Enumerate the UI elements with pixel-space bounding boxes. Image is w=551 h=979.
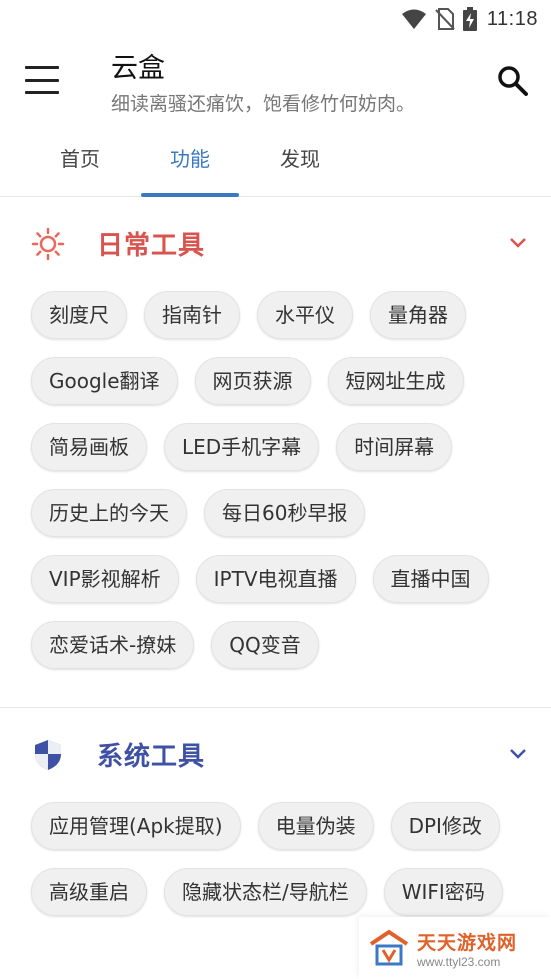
no-sim-icon — [435, 8, 455, 30]
chip-app-manager[interactable]: 应用管理(Apk提取) — [31, 802, 241, 850]
tab-functions[interactable]: 功能 — [135, 128, 245, 197]
watermark-url: www.ttyl23.com — [417, 954, 501, 969]
chip-daily-news[interactable]: 每日60秒早报 — [204, 489, 366, 537]
app-bar: 云盒 细读离骚还痛饮，饱看修竹何妨肉。 — [0, 38, 551, 128]
chip-qq-voice[interactable]: QQ变音 — [211, 621, 319, 669]
app-subtitle: 细读离骚还痛饮，饱看修竹何妨肉。 — [111, 93, 416, 115]
watermark-main: 天天游戏网 — [417, 931, 518, 954]
app-title: 云盒 — [111, 53, 165, 84]
chip-level[interactable]: 水平仪 — [257, 291, 353, 339]
shield-icon — [31, 738, 65, 772]
watermark-logo-icon — [367, 926, 411, 970]
chip-drawing-board[interactable]: 简易画板 — [31, 423, 147, 471]
chip-google-translate[interactable]: Google翻译 — [31, 357, 178, 405]
status-time: 11:18 — [486, 7, 538, 30]
chip-compass[interactable]: 指南针 — [144, 291, 240, 339]
hamburger-menu-icon[interactable] — [25, 66, 59, 94]
status-bar: 11:18 — [0, 0, 551, 38]
chip-battery-fake[interactable]: 电量伪装 — [257, 802, 374, 850]
chip-led-subtitle[interactable]: LED手机字幕 — [164, 423, 320, 471]
chip-web-source[interactable]: 网页获源 — [194, 357, 311, 405]
chip-hide-bars[interactable]: 隐藏状态栏/导航栏 — [164, 868, 367, 916]
watermark: 天天游戏网 www.ttyl23.com — [359, 917, 551, 979]
chip-live-china[interactable]: 直播中国 — [372, 555, 489, 603]
chip-protractor[interactable]: 量角器 — [370, 291, 466, 339]
chip-list-daily-tools: 刻度尺 指南针 水平仪 量角器 Google翻译 网页获源 短网址生成 简易画板… — [0, 291, 551, 687]
search-icon[interactable] — [495, 63, 531, 99]
chip-vip-video[interactable]: VIP影视解析 — [31, 555, 179, 603]
watermark-text: 天天游戏网 www.ttyl23.com — [417, 928, 517, 969]
chip-history-today[interactable]: 历史上的今天 — [31, 489, 187, 537]
battery-charging-icon — [462, 7, 477, 31]
section-header-system-tools[interactable]: 系统工具 — [0, 708, 551, 802]
chip-advanced-reboot[interactable]: 高级重启 — [31, 868, 147, 916]
tab-bar: 首页 功能 发现 — [0, 128, 551, 197]
chip-time-screen[interactable]: 时间屏幕 — [336, 423, 453, 471]
section-title-daily-tools: 日常工具 — [97, 231, 206, 261]
chip-love-talk[interactable]: 恋爱话术-撩妹 — [31, 621, 195, 669]
chevron-down-icon[interactable] — [509, 746, 527, 760]
sun-icon — [31, 227, 65, 261]
chip-dpi[interactable]: DPI修改 — [390, 802, 500, 850]
chip-wifi-password[interactable]: WIFI密码 — [383, 868, 503, 916]
section-daily-tools: 日常工具 刻度尺 指南针 水平仪 量角器 Google翻译 网页获源 短网址生成… — [0, 197, 551, 708]
chip-iptv[interactable]: IPTV电视直播 — [195, 555, 356, 603]
tab-discover[interactable]: 发现 — [245, 128, 355, 196]
chip-list-system-tools: 应用管理(Apk提取) 电量伪装 DPI修改 高级重启 隐藏状态栏/导航栏 WI… — [0, 802, 551, 934]
wifi-icon — [401, 8, 427, 30]
tab-home[interactable]: 首页 — [25, 128, 135, 196]
section-title-system-tools: 系统工具 — [97, 742, 206, 772]
chip-ruler[interactable]: 刻度尺 — [31, 291, 127, 339]
chip-short-url[interactable]: 短网址生成 — [327, 357, 464, 405]
chevron-down-icon[interactable] — [509, 235, 527, 249]
section-header-daily-tools[interactable]: 日常工具 — [0, 197, 551, 291]
section-system-tools: 系统工具 应用管理(Apk提取) 电量伪装 DPI修改 高级重启 隐藏状态栏/导… — [0, 708, 551, 934]
